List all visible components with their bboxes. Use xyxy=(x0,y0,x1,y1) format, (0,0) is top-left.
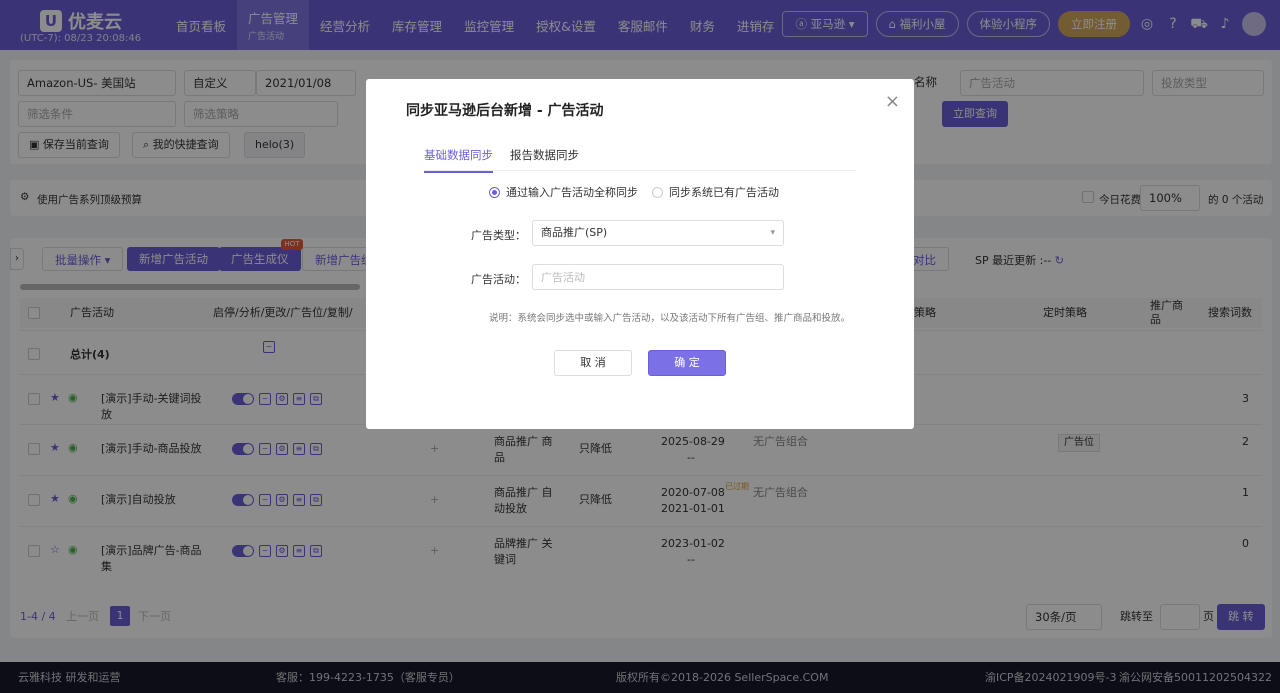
chevron-down-icon: ▾ xyxy=(770,228,775,238)
campaign-name-input[interactable] xyxy=(532,264,784,290)
dialog-tabs: 基础数据同步 报告数据同步 xyxy=(424,139,856,173)
cancel-button[interactable]: 取 消 xyxy=(554,350,632,376)
radio-existing-campaigns[interactable]: 同步系统已有广告活动 xyxy=(652,184,779,200)
radio-dot xyxy=(652,186,663,198)
dialog-title: 同步亚马逊后台新增 - 广告活动 xyxy=(406,103,604,119)
confirm-button[interactable]: 确 定 xyxy=(648,350,726,376)
tab-report-sync[interactable]: 报告数据同步 xyxy=(510,147,579,171)
radio-dot xyxy=(489,186,500,198)
sync-mode-radios: 通过输入广告活动全称同步 同步系统已有广告活动 xyxy=(489,184,779,200)
tab-basic-sync[interactable]: 基础数据同步 xyxy=(424,147,493,173)
ad-type-label: 广告类型： xyxy=(471,229,526,242)
sync-campaign-dialog: 同步亚马逊后台新增 - 广告活动 × 基础数据同步 报告数据同步 通过输入广告活… xyxy=(366,79,914,429)
radio-input-full-name[interactable]: 通过输入广告活动全称同步 xyxy=(489,184,638,200)
ad-type-select[interactable]: 商品推广(SP) ▾ xyxy=(532,220,784,246)
close-icon[interactable]: × xyxy=(885,91,900,112)
campaign-label: 广告活动： xyxy=(471,273,526,286)
sync-note: 说明：系统会同步选中或输入广告活动，以及该活动下所有广告组、推广商品和投放。 xyxy=(489,313,851,324)
